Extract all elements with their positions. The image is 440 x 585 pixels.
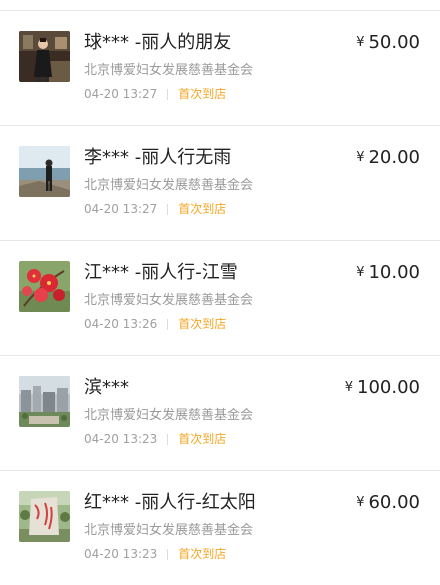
donor-avatar[interactable] — [19, 376, 70, 427]
donation-amount: ¥100.00 — [345, 376, 420, 402]
amount-value: 100.00 — [357, 377, 420, 398]
donation-row[interactable]: 滨*** 北京博爱妇女发展慈善基金会 04-20 13:23 首次到店 ¥100… — [0, 356, 440, 471]
foundation-name: 北京博爱妇女发展慈善基金会 — [84, 178, 254, 193]
donor-avatar[interactable] — [19, 491, 70, 542]
meta-separator — [167, 318, 169, 330]
first-visit-badge: 首次到店 — [178, 547, 227, 561]
photo-stone-monument-icon — [19, 491, 70, 542]
amount-value: 60.00 — [368, 492, 420, 513]
donor-avatar[interactable] — [19, 261, 70, 312]
donation-row[interactable]: 球*** -丽人的朋友 北京博爱妇女发展慈善基金会 04-20 13:27 首次… — [0, 11, 440, 126]
donation-time: 04-20 13:23 — [84, 432, 158, 446]
foundation-name: 北京博爱妇女发展慈善基金会 — [84, 523, 254, 538]
donation-row[interactable]: 江*** -丽人行-江雪 北京博爱妇女发展慈善基金会 04-20 13:26 首… — [0, 241, 440, 356]
photo-red-flowers-icon — [19, 261, 70, 312]
donor-name: 红*** -丽人行-红太阳 — [84, 492, 256, 513]
amount-value: 50.00 — [368, 32, 420, 53]
amount-value: 20.00 — [368, 147, 420, 168]
foundation-name: 北京博爱妇女发展慈善基金会 — [84, 293, 254, 308]
donation-meta: 04-20 13:23 首次到店 — [84, 546, 226, 562]
currency-symbol: ¥ — [344, 380, 354, 395]
donation-amount: ¥20.00 — [356, 146, 420, 172]
donor-name: 李*** -丽人行无雨 — [84, 147, 232, 168]
donor-name: 滨*** — [84, 377, 129, 398]
currency-symbol: ¥ — [356, 495, 365, 510]
donation-meta: 04-20 13:27 首次到店 — [84, 86, 226, 102]
amount-value: 10.00 — [368, 262, 420, 283]
photo-woman-in-dress-icon — [19, 31, 70, 82]
meta-separator — [167, 433, 169, 445]
meta-separator — [167, 88, 169, 100]
currency-symbol: ¥ — [356, 265, 365, 280]
foundation-name: 北京博爱妇女发展慈善基金会 — [84, 63, 254, 78]
first-visit-badge: 首次到店 — [178, 432, 227, 446]
first-visit-badge: 首次到店 — [178, 202, 227, 216]
meta-separator — [167, 548, 169, 560]
donation-row[interactable]: 李*** -丽人行无雨 北京博爱妇女发展慈善基金会 04-20 13:27 首次… — [0, 126, 440, 241]
donation-amount: ¥60.00 — [356, 491, 420, 517]
foundation-name: 北京博爱妇女发展慈善基金会 — [84, 408, 254, 423]
currency-symbol: ¥ — [356, 150, 365, 165]
donation-meta: 04-20 13:27 首次到店 — [84, 201, 226, 217]
donation-time: 04-20 13:27 — [84, 202, 158, 216]
donor-avatar[interactable] — [19, 146, 70, 197]
donation-time: 04-20 13:26 — [84, 317, 158, 331]
donation-meta: 04-20 13:26 首次到店 — [84, 316, 226, 332]
donation-time: 04-20 13:23 — [84, 547, 158, 561]
photo-person-at-seaside-icon — [19, 146, 70, 197]
donation-amount: ¥10.00 — [356, 261, 420, 287]
donor-avatar[interactable] — [19, 31, 70, 82]
meta-separator — [167, 203, 169, 215]
donation-list: 球*** -丽人的朋友 北京博爱妇女发展慈善基金会 04-20 13:27 首次… — [0, 11, 440, 585]
donation-amount: ¥50.00 — [356, 31, 420, 57]
donation-row[interactable]: 红*** -丽人行-红太阳 北京博爱妇女发展慈善基金会 04-20 13:23 … — [0, 471, 440, 585]
donor-name: 球*** -丽人的朋友 — [84, 32, 232, 53]
first-visit-badge: 首次到店 — [178, 87, 227, 101]
first-visit-badge: 首次到店 — [178, 317, 227, 331]
donation-time: 04-20 13:27 — [84, 87, 158, 101]
currency-symbol: ¥ — [356, 35, 365, 50]
donor-name: 江*** -丽人行-江雪 — [84, 262, 238, 283]
photo-city-buildings-icon — [19, 376, 70, 427]
donation-meta: 04-20 13:23 首次到店 — [84, 431, 226, 447]
